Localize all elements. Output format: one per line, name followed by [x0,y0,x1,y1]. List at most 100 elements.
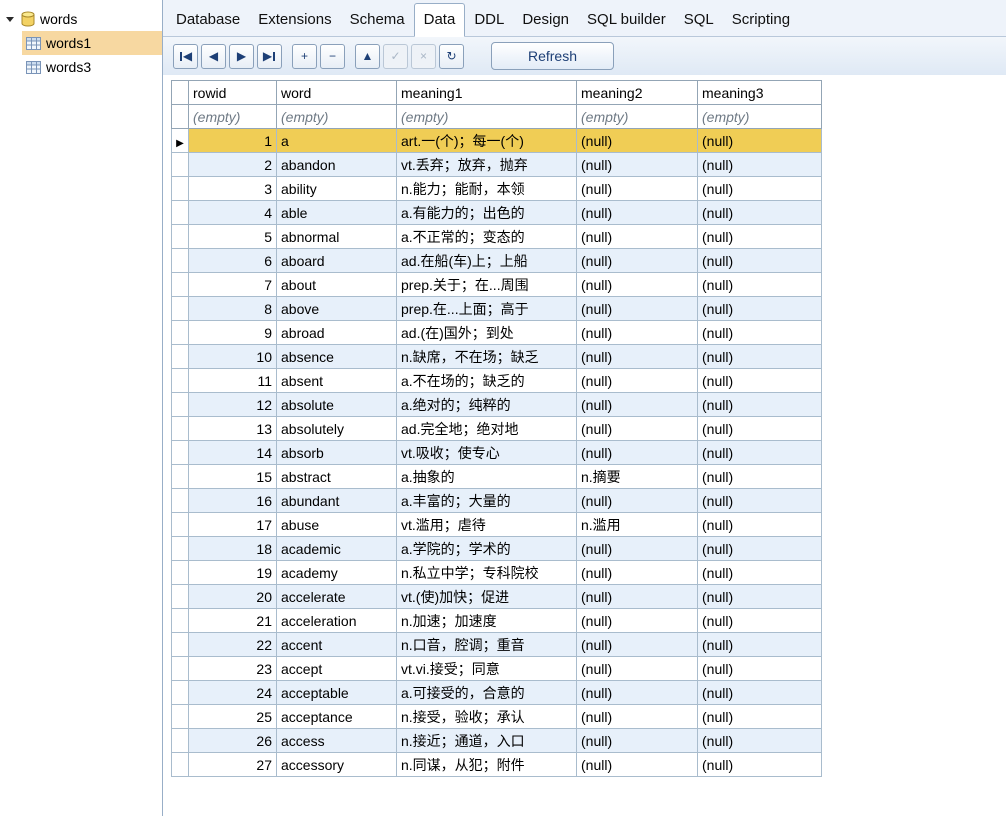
cell-meaning1[interactable]: a.有能力的；出色的 [396,200,577,225]
cell-rowid[interactable]: 10 [188,344,277,369]
cell-meaning1[interactable]: a.不在场的；缺乏的 [396,368,577,393]
menu-item-design[interactable]: Design [513,4,578,36]
cell-rowid[interactable]: 26 [188,728,277,753]
cell-rowid[interactable]: 24 [188,680,277,705]
cell-rowid[interactable]: 12 [188,392,277,417]
cell-meaning2[interactable]: (null) [576,440,698,465]
menu-item-sql[interactable]: SQL [675,4,723,36]
cell-meaning1[interactable]: ad.在船(车)上；上船 [396,248,577,273]
filter-cell-word[interactable]: (empty) [276,104,397,129]
cell-word[interactable]: acceptable [276,680,397,705]
cell-meaning3[interactable]: (null) [697,296,822,321]
cell-meaning2[interactable]: n.摘要 [576,464,698,489]
table-row[interactable]: 5 abnormal a.不正常的；变态的 (null) (null) [171,224,822,249]
cell-rowid[interactable]: 21 [188,608,277,633]
cell-meaning3[interactable]: (null) [697,488,822,513]
cell-meaning3[interactable]: (null) [697,344,822,369]
cell-rowid[interactable]: 2 [188,152,277,177]
table-row[interactable]: 11 absent a.不在场的；缺乏的 (null) (null) [171,368,822,393]
menu-item-ddl[interactable]: DDL [465,4,513,36]
cell-meaning2[interactable]: (null) [576,368,698,393]
cell-meaning2[interactable]: (null) [576,272,698,297]
table-row[interactable]: 27 accessory n.同谋，从犯；附件 (null) (null) [171,752,822,777]
cell-word[interactable]: aboard [276,248,397,273]
cell-meaning3[interactable]: (null) [697,464,822,489]
cell-rowid[interactable]: 14 [188,440,277,465]
cell-word[interactable]: academic [276,536,397,561]
cell-meaning1[interactable]: ad.(在)国外；到处 [396,320,577,345]
cell-meaning3[interactable]: (null) [697,704,822,729]
next-record-button[interactable]: ▶ [229,43,254,69]
cell-word[interactable]: abundant [276,488,397,513]
cell-meaning2[interactable]: (null) [576,584,698,609]
edit-record-button[interactable]: ▲ [355,43,380,69]
cell-meaning3[interactable]: (null) [697,392,822,417]
table-row[interactable]: 8 above prep.在...上面；高于 (null) (null) [171,296,822,321]
cell-meaning1[interactable]: vt.滥用；虐待 [396,512,577,537]
cell-word[interactable]: a [276,128,397,153]
cell-word[interactable]: about [276,272,397,297]
cell-meaning2[interactable]: (null) [576,536,698,561]
filter-cell-meaning1[interactable]: (empty) [396,104,577,129]
cell-meaning3[interactable]: (null) [697,176,822,201]
cell-meaning2[interactable]: (null) [576,296,698,321]
cell-word[interactable]: abandon [276,152,397,177]
table-row[interactable]: 12 absolute a.绝对的；纯粹的 (null) (null) [171,392,822,417]
sidebar-item-words3[interactable]: words3 [22,55,162,79]
post-edit-button[interactable]: ✓ [383,43,408,69]
prior-record-button[interactable]: ◀ [201,43,226,69]
cell-meaning1[interactable]: n.加速；加速度 [396,608,577,633]
cell-meaning3[interactable]: (null) [697,440,822,465]
cell-meaning2[interactable]: (null) [576,728,698,753]
cell-word[interactable]: absolutely [276,416,397,441]
menu-item-extensions[interactable]: Extensions [249,4,340,36]
cell-rowid[interactable]: 4 [188,200,277,225]
menu-item-database[interactable]: Database [167,4,249,36]
cell-meaning3[interactable]: (null) [697,608,822,633]
table-row[interactable]: 16 abundant a.丰富的；大量的 (null) (null) [171,488,822,513]
table-row[interactable]: 3 ability n.能力；能耐，本领 (null) (null) [171,176,822,201]
table-row[interactable]: 21 acceleration n.加速；加速度 (null) (null) [171,608,822,633]
cell-word[interactable]: absent [276,368,397,393]
filter-cell-meaning2[interactable]: (empty) [576,104,698,129]
cell-meaning1[interactable]: art.一(个)；每一(个) [396,128,577,153]
cell-meaning2[interactable]: (null) [576,488,698,513]
cell-meaning1[interactable]: prep.在...上面；高于 [396,296,577,321]
cell-meaning1[interactable]: vt.丢弃；放弃，抛弃 [396,152,577,177]
cell-meaning3[interactable]: (null) [697,752,822,777]
cell-meaning1[interactable]: prep.关于；在...周围 [396,272,577,297]
cell-rowid[interactable]: 5 [188,224,277,249]
table-row[interactable]: 4 able a.有能力的；出色的 (null) (null) [171,200,822,225]
cell-meaning2[interactable]: (null) [576,152,698,177]
cell-meaning3[interactable]: (null) [697,152,822,177]
column-header-rowid[interactable]: rowid [188,80,277,105]
sidebar-item-words-database[interactable]: words [0,7,162,31]
cell-word[interactable]: abnormal [276,224,397,249]
cell-meaning3[interactable]: (null) [697,632,822,657]
table-row[interactable]: 20 accelerate vt.(使)加快；促进 (null) (null) [171,584,822,609]
column-header-meaning3[interactable]: meaning3 [697,80,822,105]
table-row[interactable]: 25 acceptance n.接受，验收；承认 (null) (null) [171,704,822,729]
cell-meaning1[interactable]: n.接近；通道，入口 [396,728,577,753]
table-row[interactable]: 10 absence n.缺席，不在场；缺乏 (null) (null) [171,344,822,369]
table-row[interactable]: 14 absorb vt.吸收；使专心 (null) (null) [171,440,822,465]
first-record-button[interactable]: ◀ [173,43,198,69]
table-row[interactable]: 24 acceptable a.可接受的，合意的 (null) (null) [171,680,822,705]
cell-rowid[interactable]: 6 [188,248,277,273]
column-header-meaning2[interactable]: meaning2 [576,80,698,105]
cell-rowid[interactable]: 15 [188,464,277,489]
cell-meaning1[interactable]: a.可接受的，合意的 [396,680,577,705]
cell-word[interactable]: absolute [276,392,397,417]
menu-item-scripting[interactable]: Scripting [723,4,799,36]
cell-meaning2[interactable]: (null) [576,752,698,777]
cell-word[interactable]: abuse [276,512,397,537]
cancel-edit-button[interactable]: × [411,43,436,69]
cell-meaning2[interactable]: (null) [576,680,698,705]
cell-word[interactable]: abroad [276,320,397,345]
cell-meaning3[interactable]: (null) [697,728,822,753]
table-row[interactable]: ▶ 1 a art.一(个)；每一(个) (null) (null) [171,128,822,153]
cell-word[interactable]: above [276,296,397,321]
table-row[interactable]: 15 abstract a.抽象的 n.摘要 (null) [171,464,822,489]
cell-word[interactable]: able [276,200,397,225]
cell-meaning1[interactable]: a.抽象的 [396,464,577,489]
